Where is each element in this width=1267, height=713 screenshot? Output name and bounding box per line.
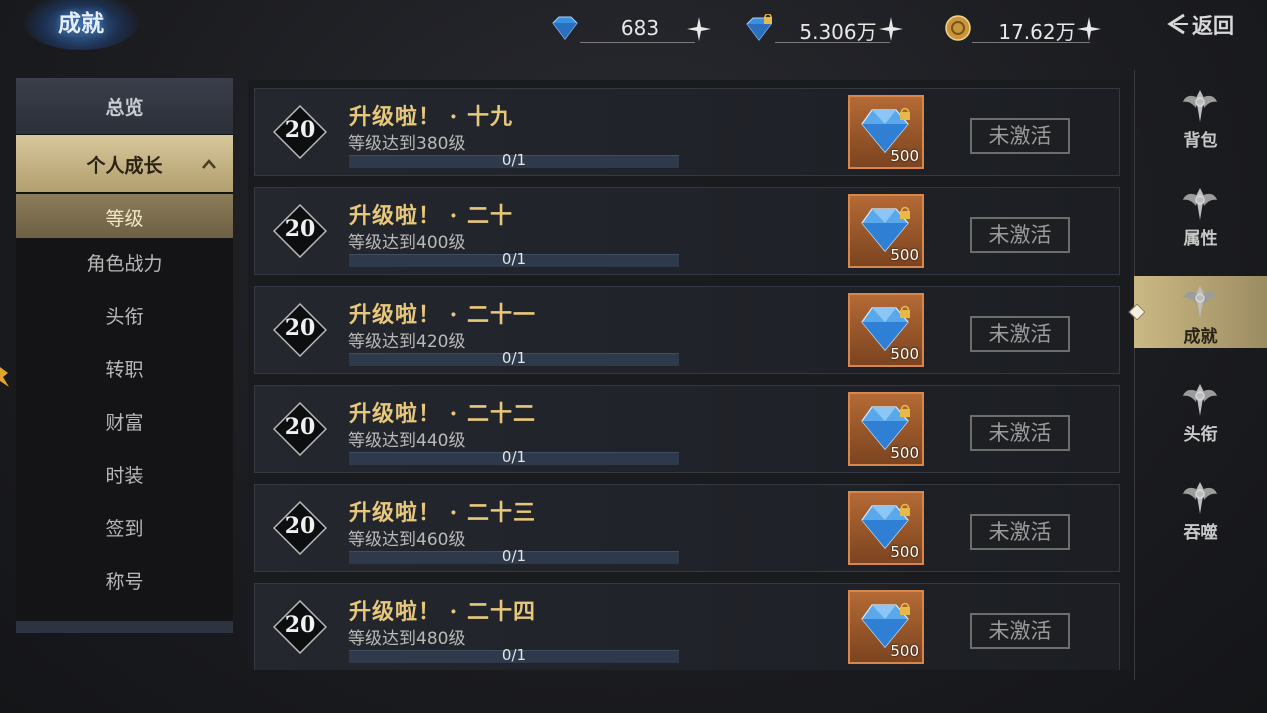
currency-gold: 17.62万 bbox=[944, 10, 1109, 46]
title-emblem: 成就 bbox=[22, 0, 140, 50]
progress-bar: 0/1 bbox=[349, 547, 679, 565]
progress-text: 0/1 bbox=[501, 646, 527, 664]
status-button[interactable]: 未激活 bbox=[970, 118, 1070, 154]
achievement-points: 20 bbox=[284, 216, 316, 242]
progress-bar: 0/1 bbox=[349, 448, 679, 466]
progress-bar: 0/1 bbox=[349, 250, 679, 268]
sidebar-item-overview[interactable]: 总览 bbox=[16, 78, 233, 134]
nav-item-label: 成就 bbox=[1183, 327, 1218, 347]
winged-crest-icon bbox=[1183, 286, 1217, 318]
status-button[interactable]: 未激活 bbox=[970, 613, 1070, 649]
gold-coin-icon bbox=[945, 15, 971, 41]
reward-slot[interactable]: 500 bbox=[848, 491, 924, 565]
reward-count: 500 bbox=[890, 147, 919, 165]
achievement-row: 20 升级啦！ · 十九 等级达到380级 0/1 500 未激活 bbox=[254, 88, 1120, 176]
nav-item-4[interactable]: 吞噬 bbox=[1134, 472, 1267, 544]
currency-diamond: 683 bbox=[550, 10, 715, 46]
sidebar-item-combat-power[interactable]: 角色战力 bbox=[16, 244, 233, 284]
progress-text: 0/1 bbox=[501, 151, 527, 169]
achievement-title: 升级啦！ · 二十二 bbox=[349, 401, 536, 427]
category-sidebar: 总览 个人成长 等级 角色战力 头衔 转职 财富 时装 签到 称号 bbox=[16, 78, 233, 633]
bound-diamond-value: 5.306万 bbox=[799, 20, 877, 44]
status-button[interactable]: 未激活 bbox=[970, 316, 1070, 352]
achievement-points: 20 bbox=[284, 117, 316, 143]
progress-bar: 0/1 bbox=[349, 349, 679, 367]
status-button[interactable]: 未激活 bbox=[970, 514, 1070, 550]
progress-bar: 0/1 bbox=[349, 151, 679, 169]
bound-diamond-icon bbox=[746, 14, 772, 41]
progress-bar: 0/1 bbox=[349, 646, 679, 664]
nav-item-2[interactable]: 成就 bbox=[1128, 276, 1267, 348]
status-button[interactable]: 未激活 bbox=[970, 415, 1070, 451]
sidebar-item-titles[interactable]: 称号 bbox=[16, 562, 233, 602]
winged-crest-icon bbox=[1183, 90, 1217, 122]
nav-item-3[interactable]: 头衔 bbox=[1134, 374, 1267, 446]
nav-item-label: 吞噬 bbox=[1183, 523, 1218, 543]
sidebar-item-wealth[interactable]: 财富 bbox=[16, 403, 233, 443]
achievement-points: 20 bbox=[284, 612, 316, 638]
page-title: 成就 bbox=[58, 10, 104, 37]
sidebar-item-job-change[interactable]: 转职 bbox=[16, 350, 233, 390]
add-bound-diamond-icon[interactable] bbox=[878, 16, 904, 42]
side-tab-icon[interactable] bbox=[0, 365, 10, 389]
divider-line bbox=[580, 42, 695, 43]
back-arrow-icon bbox=[1167, 13, 1188, 35]
reward-slot[interactable]: 500 bbox=[848, 194, 924, 268]
reward-count: 500 bbox=[890, 444, 919, 462]
right-nav: 背包 属性 成就 头衔 吞噬 bbox=[1128, 70, 1267, 680]
achievement-list[interactable]: 20 升级啦！ · 十九 等级达到380级 0/1 500 未激活 20 升级啦… bbox=[248, 80, 1130, 670]
achievement-row: 20 升级啦！ · 二十一 等级达到420级 0/1 500 未激活 bbox=[254, 286, 1120, 374]
progress-text: 0/1 bbox=[501, 349, 527, 367]
nav-item-0[interactable]: 背包 bbox=[1134, 80, 1267, 152]
achievement-title: 升级啦！ · 二十三 bbox=[349, 500, 536, 526]
diamond-icon bbox=[552, 16, 578, 40]
achievement-row: 20 升级啦！ · 二十二 等级达到440级 0/1 500 未激活 bbox=[254, 385, 1120, 473]
back-button[interactable]: 返回 bbox=[1162, 8, 1242, 38]
reward-count: 500 bbox=[890, 345, 919, 363]
achievement-points: 20 bbox=[284, 315, 316, 341]
chevron-up-icon bbox=[202, 159, 216, 169]
achievement-row: 20 升级啦！ · 二十三 等级达到460级 0/1 500 未激活 bbox=[254, 484, 1120, 572]
reward-slot[interactable]: 500 bbox=[848, 590, 924, 664]
reward-count: 500 bbox=[890, 246, 919, 264]
progress-text: 0/1 bbox=[501, 547, 527, 565]
achievement-row: 20 升级啦！ · 二十 等级达到400级 0/1 500 未激活 bbox=[254, 187, 1120, 275]
divider-line bbox=[972, 42, 1090, 43]
sidebar-item-label: 等级 bbox=[105, 208, 144, 230]
achievement-title: 升级啦！ · 十九 bbox=[349, 104, 513, 130]
back-label: 返回 bbox=[1192, 13, 1234, 38]
diamond-value: 683 bbox=[620, 16, 660, 40]
winged-crest-icon bbox=[1183, 188, 1217, 220]
reward-slot[interactable]: 500 bbox=[848, 392, 924, 466]
winged-crest-icon bbox=[1183, 482, 1217, 514]
reward-count: 500 bbox=[890, 543, 919, 561]
nav-item-label: 属性 bbox=[1183, 229, 1218, 249]
winged-crest-icon bbox=[1183, 384, 1217, 416]
currency-bound-diamond: 5.306万 bbox=[745, 10, 910, 46]
sidebar-heading-label: 总览 bbox=[105, 97, 144, 119]
nav-item-label: 背包 bbox=[1183, 131, 1218, 151]
sidebar-item-level[interactable]: 等级 bbox=[16, 194, 233, 238]
add-gold-icon[interactable] bbox=[1076, 16, 1102, 42]
reward-slot[interactable]: 500 bbox=[848, 95, 924, 169]
achievement-points: 20 bbox=[284, 513, 316, 539]
achievement-title: 升级啦！ · 二十一 bbox=[349, 302, 536, 328]
achievement-title: 升级啦！ · 二十四 bbox=[349, 599, 536, 625]
progress-text: 0/1 bbox=[501, 448, 527, 466]
nav-item-label: 头衔 bbox=[1183, 425, 1218, 445]
sidebar-group-personal-growth[interactable]: 个人成长 bbox=[16, 135, 233, 192]
achievement-title: 升级啦！ · 二十 bbox=[349, 203, 513, 229]
sidebar-item-sign-in[interactable]: 签到 bbox=[16, 509, 233, 549]
progress-text: 0/1 bbox=[501, 250, 527, 268]
status-button[interactable]: 未激活 bbox=[970, 217, 1070, 253]
add-diamond-icon[interactable] bbox=[686, 16, 712, 42]
nav-item-1[interactable]: 属性 bbox=[1134, 178, 1267, 250]
reward-count: 500 bbox=[890, 642, 919, 660]
reward-slot[interactable]: 500 bbox=[848, 293, 924, 367]
divider-line bbox=[775, 42, 890, 43]
achievement-row: 20 升级啦！ · 二十四 等级达到480级 0/1 500 未激活 bbox=[254, 583, 1120, 670]
sidebar-item-rank[interactable]: 头衔 bbox=[16, 297, 233, 337]
sidebar-item-fashion[interactable]: 时装 bbox=[16, 456, 233, 496]
achievement-points: 20 bbox=[284, 414, 316, 440]
